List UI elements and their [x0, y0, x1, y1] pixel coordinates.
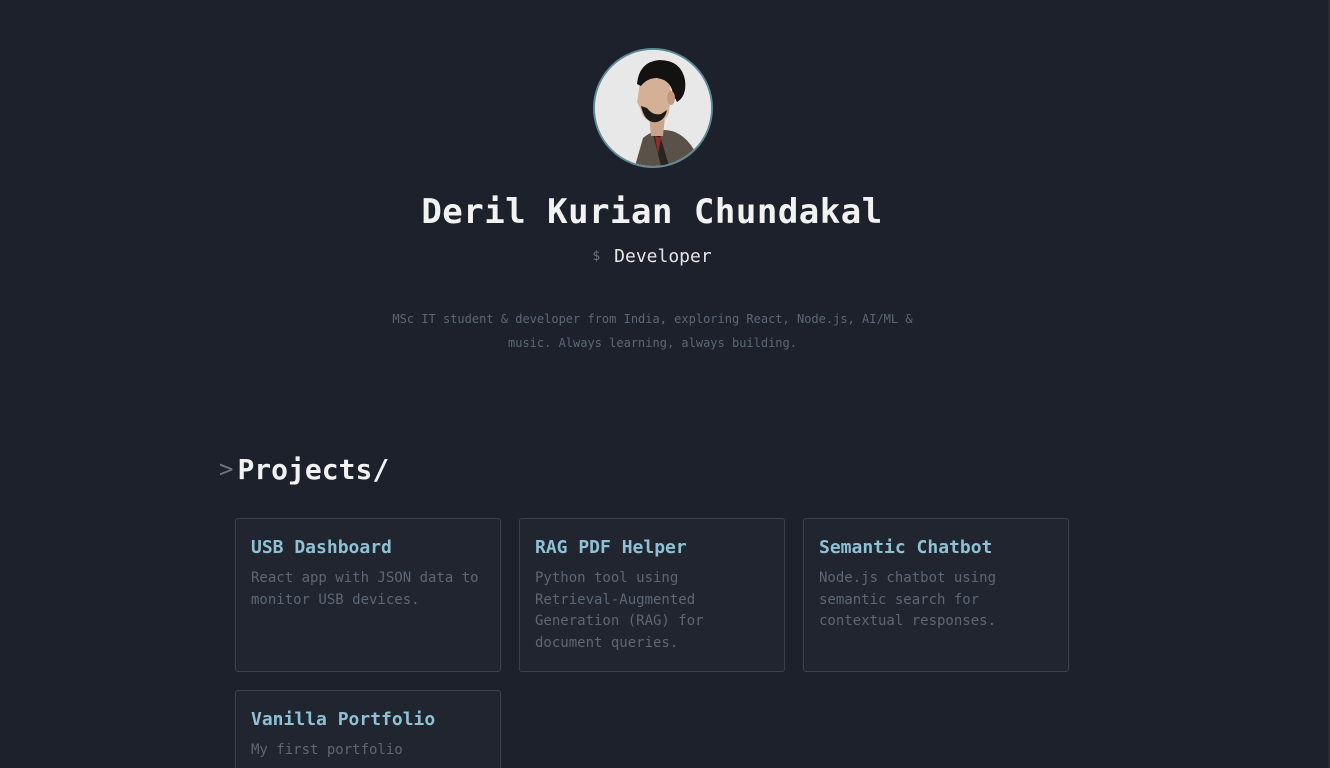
project-card-rag-pdf-helper[interactable]: RAG PDF Helper Python tool using Retriev… [519, 518, 785, 672]
project-card-semantic-chatbot[interactable]: Semantic Chatbot Node.js chatbot using s… [803, 518, 1069, 672]
project-description: My first portfolio [251, 742, 403, 758]
prompt-symbol: $ [592, 249, 601, 264]
project-title[interactable]: USB Dashboard [251, 537, 485, 558]
projects-heading: > Projects/ [219, 453, 389, 486]
project-card-usb-dashboard[interactable]: USB Dashboard React app with JSON data t… [235, 518, 501, 672]
avatar [593, 48, 713, 168]
project-description: Node.js chatbot using semantic search fo… [819, 570, 997, 629]
project-card-vanilla-portfolio[interactable]: Vanilla Portfolio My first portfolio [235, 690, 501, 768]
project-description: React app with JSON data to monitor USB … [251, 570, 479, 608]
profile-photo-icon [595, 50, 711, 166]
project-description: Python tool using Retrieval-Augmented Ge… [535, 570, 704, 651]
profile-bio: MSc IT student & developer from India, e… [392, 312, 913, 350]
chevron-right-icon: > [219, 455, 234, 483]
portfolio-page: Deril Kurian Chundakal $ Developer MSc IT… [0, 0, 1330, 768]
project-title[interactable]: Vanilla Portfolio [251, 709, 485, 730]
role-label: Developer [614, 246, 712, 267]
profile-role: $ Developer [0, 246, 1304, 267]
projects-title: Projects/ [237, 453, 390, 486]
project-title[interactable]: Semantic Chatbot [819, 537, 1053, 558]
profile-name: Deril Kurian Chundakal [421, 192, 883, 232]
project-title[interactable]: RAG PDF Helper [535, 537, 769, 558]
